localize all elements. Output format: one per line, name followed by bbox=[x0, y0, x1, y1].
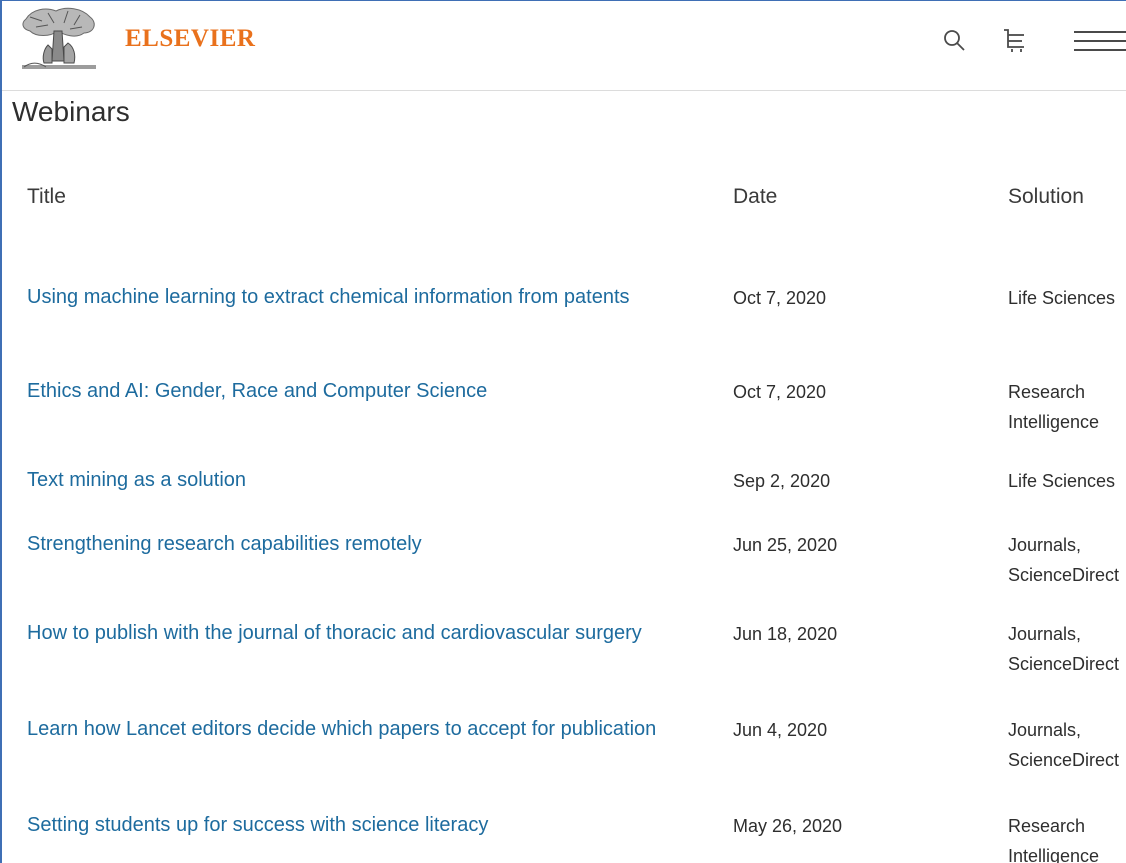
page-frame: ELSEVIER Webinars Title Date Solution Us… bbox=[0, 0, 1126, 863]
webinar-solution: Life Sciences bbox=[1008, 471, 1116, 491]
webinar-title-link[interactable]: Setting students up for success with sci… bbox=[27, 809, 667, 842]
column-header-date: Date bbox=[733, 185, 778, 208]
site-header: ELSEVIER bbox=[2, 1, 1126, 91]
webinar-title-link[interactable]: Learn how Lancet editors decide which pa… bbox=[27, 713, 667, 746]
webinar-date: May 26, 2020 bbox=[733, 816, 843, 836]
webinar-title-link[interactable]: How to publish with the journal of thora… bbox=[27, 617, 667, 650]
webinar-title-link[interactable]: Ethics and AI: Gender, Race and Computer… bbox=[27, 375, 667, 408]
webinar-solution: Research Intelligence bbox=[1008, 382, 1100, 432]
webinar-date: Oct 7, 2020 bbox=[733, 288, 827, 308]
webinar-solution: Journals, ScienceDirect bbox=[1008, 624, 1120, 674]
webinar-date: Oct 7, 2020 bbox=[733, 382, 827, 402]
cart-icon[interactable] bbox=[1002, 27, 1028, 53]
column-header-title: Title bbox=[27, 185, 66, 208]
webinar-solution: Journals, ScienceDirect bbox=[1008, 535, 1120, 585]
elsevier-logo-link[interactable]: ELSEVIER bbox=[2, 1, 272, 81]
menu-icon[interactable] bbox=[1074, 29, 1126, 53]
page-title: Webinars bbox=[12, 96, 130, 127]
elsevier-tree-logo-icon bbox=[18, 5, 100, 73]
webinar-date: Jun 25, 2020 bbox=[733, 535, 838, 555]
webinar-date: Jun 18, 2020 bbox=[733, 624, 838, 644]
search-icon[interactable] bbox=[941, 27, 967, 53]
webinar-title-link[interactable]: Text mining as a solution bbox=[27, 464, 667, 497]
menu-bar bbox=[1074, 31, 1126, 33]
webinar-date: Sep 2, 2020 bbox=[733, 471, 831, 491]
webinar-title-link[interactable]: Using machine learning to extract chemic… bbox=[27, 281, 667, 314]
webinar-solution: Life Sciences bbox=[1008, 288, 1116, 308]
column-header-solution: Solution bbox=[1008, 185, 1084, 208]
webinar-title-link[interactable]: Strengthening research capabilities remo… bbox=[27, 528, 667, 561]
brand-name: ELSEVIER bbox=[125, 25, 256, 52]
webinar-solution: Research Intelligence bbox=[1008, 816, 1100, 863]
webinar-solution: Journals, ScienceDirect bbox=[1008, 720, 1120, 770]
webinar-date: Jun 4, 2020 bbox=[733, 720, 828, 740]
menu-bar bbox=[1074, 49, 1126, 51]
menu-bar bbox=[1074, 40, 1126, 42]
